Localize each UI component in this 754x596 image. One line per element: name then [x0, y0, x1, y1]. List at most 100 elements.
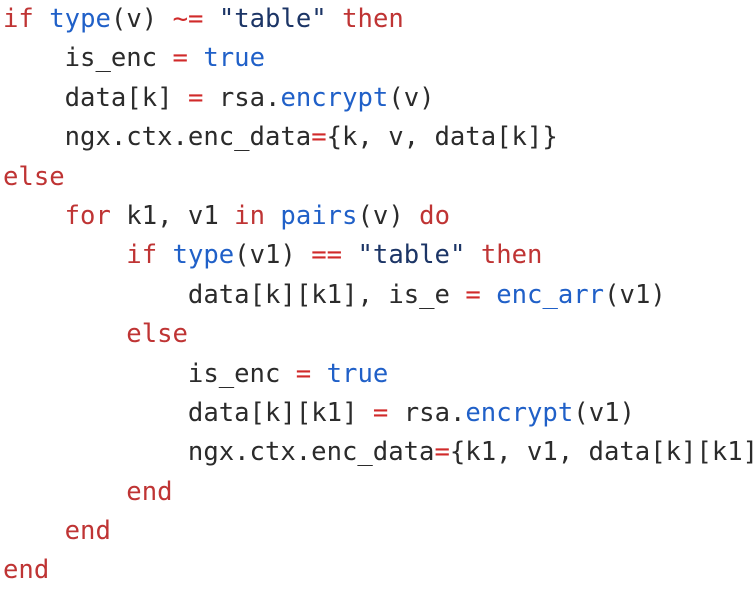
token-ws — [388, 398, 403, 428]
token-bool: true — [326, 358, 389, 389]
token-id: data — [187, 397, 250, 428]
token-id: v — [126, 4, 142, 34]
token-id: k — [264, 397, 281, 428]
token-punc: ] — [342, 279, 358, 310]
code-line[interactable]: end — [0, 551, 754, 590]
token-ws — [188, 43, 203, 73]
token-ws — [280, 359, 295, 389]
token-op: == — [311, 240, 343, 271]
token-kw: if — [3, 4, 34, 34]
token-punc: ] — [280, 279, 296, 310]
token-ws — [157, 240, 172, 270]
token-punc: ( — [357, 200, 373, 231]
token-punc: ) — [419, 82, 435, 113]
token-ws — [111, 201, 126, 231]
token-punc: ) — [280, 240, 296, 271]
code-line[interactable]: is_enc = true — [0, 355, 754, 394]
token-ws — [327, 4, 342, 34]
token-punc: ] — [157, 82, 173, 113]
token-id: rsa. — [218, 82, 281, 113]
token-punc: ] — [280, 397, 296, 428]
token-op: = — [372, 397, 389, 428]
token-fn: type — [172, 240, 235, 271]
token-op: = — [172, 43, 188, 74]
token-punc: [ — [295, 397, 312, 428]
code-line[interactable]: data[k][k1], is_e = enc_arr(v1) — [0, 276, 754, 315]
token-ws — [373, 280, 388, 310]
token-ws — [157, 43, 172, 73]
token-id: data — [64, 82, 127, 113]
token-id: v — [403, 82, 420, 113]
code-line[interactable]: ngx.ctx.enc_data={k1, v1, data[k][k1]} — [0, 433, 754, 472]
token-fn: pairs — [280, 200, 358, 231]
token-op: ~= — [172, 4, 204, 34]
code-line[interactable]: else — [0, 158, 754, 197]
code-line[interactable]: for k1, v1 in pairs(v) do — [0, 197, 754, 236]
token-punc: ) — [650, 279, 666, 310]
token-op: = — [434, 437, 450, 468]
token-id: k — [141, 82, 158, 113]
token-punc: ( — [604, 279, 620, 310]
token-ws — [203, 83, 218, 113]
token-id: ngx.ctx.enc_data — [64, 122, 312, 153]
token-str: "table" — [218, 4, 327, 34]
token-punc: {k, v, data[k]} — [326, 122, 558, 153]
token-id: rsa. — [403, 397, 466, 428]
code-line[interactable]: if type(v) ~= "table" then — [0, 0, 754, 39]
token-ws — [465, 240, 480, 270]
token-kw: else — [3, 161, 65, 192]
token-punc: ( — [110, 4, 127, 34]
token-ws — [157, 4, 172, 34]
token-ws — [219, 201, 234, 231]
token-op: = — [311, 122, 327, 153]
token-ws — [481, 280, 496, 310]
token-id: v — [372, 200, 389, 231]
token-punc: ( — [573, 397, 589, 428]
token-kw: then — [480, 240, 543, 271]
token-str: "table" — [357, 240, 466, 271]
code-line[interactable]: ngx.ctx.enc_data={k, v, data[k]} — [0, 118, 754, 157]
token-punc: ) — [388, 200, 404, 231]
token-punc: ] — [342, 397, 358, 428]
token-id: v1 — [588, 397, 620, 428]
code-line[interactable]: else — [0, 315, 754, 354]
code-line[interactable]: end — [0, 512, 754, 551]
token-id: data — [187, 279, 250, 310]
token-id: k1 — [311, 397, 343, 428]
token-bool: true — [203, 43, 265, 74]
code-line[interactable]: is_enc = true — [0, 39, 754, 78]
token-kw: in — [234, 200, 265, 231]
token-id: k1, v1 — [126, 200, 219, 231]
token-id: k — [264, 279, 281, 310]
code-line[interactable]: data[k][k1] = rsa.encrypt(v1) — [0, 394, 754, 433]
token-fn: type — [49, 4, 111, 34]
token-kw: do — [419, 200, 450, 231]
token-id: is_enc — [187, 358, 281, 389]
code-line[interactable]: data[k] = rsa.encrypt(v) — [0, 79, 754, 118]
token-op: = — [295, 358, 312, 389]
code-line[interactable]: if type(v1) == "table" then — [0, 236, 754, 275]
token-punc: [ — [249, 397, 265, 428]
token-id: k1 — [311, 279, 343, 310]
code-line[interactable]: end — [0, 473, 754, 512]
token-punc: [ — [295, 279, 312, 310]
token-kw: if — [126, 240, 158, 271]
token-id: is_enc — [64, 43, 158, 74]
token-punc: [ — [249, 279, 265, 310]
token-op: = — [187, 82, 204, 113]
code-block[interactable]: if type(v) ~= "table" then is_enc = true… — [0, 0, 754, 596]
token-fn: encrypt — [465, 397, 574, 428]
token-ws — [203, 4, 218, 34]
token-id: v1 — [619, 279, 651, 310]
token-ws — [173, 83, 188, 113]
token-op: = — [465, 279, 481, 310]
